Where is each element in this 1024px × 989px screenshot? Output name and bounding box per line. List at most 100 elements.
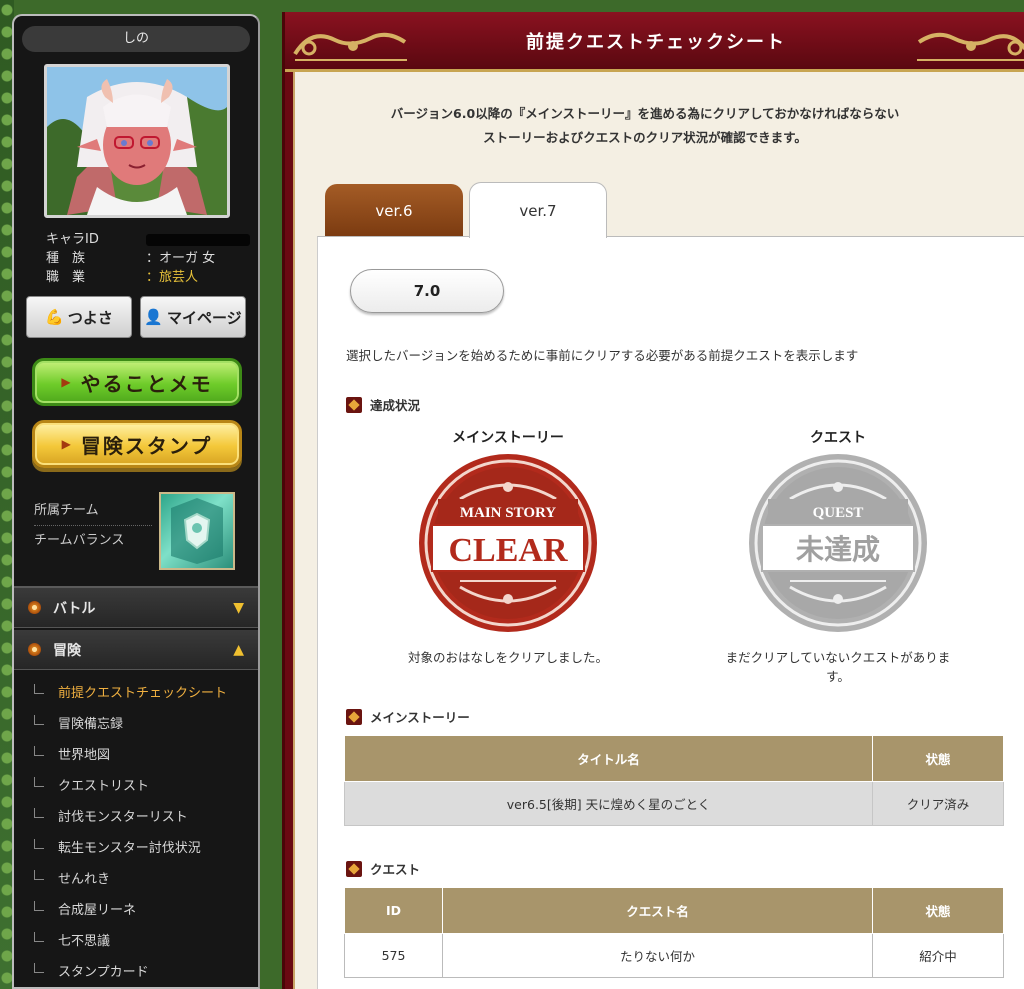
profile-buttons: 💪 つよさ 👤 マイページ: [26, 296, 246, 338]
ornament-right-icon: [917, 32, 1024, 61]
table-header-row: ID クエスト名 状態: [344, 887, 1004, 934]
quest-heading: クエスト: [810, 430, 866, 446]
quest-note: まだクリアしていないクエストがあります。: [725, 650, 951, 684]
section-heading-status: 達成状況: [346, 395, 420, 414]
quest-name-cell[interactable]: たりない何か: [442, 933, 873, 978]
sub-item-reborn-monster[interactable]: 転生モンスター討伐状況: [30, 831, 258, 862]
bullet-icon: [28, 601, 41, 614]
triangle-right-icon: ▶: [61, 375, 73, 389]
menu-category-adventure[interactable]: 冒険 ▲: [14, 630, 258, 670]
chevron-down-icon: ▼: [233, 599, 244, 616]
menu-category-battle[interactable]: バトル ▼: [14, 588, 258, 628]
sub-item-label: 世界地図: [58, 748, 111, 763]
quest-id-cell: 575: [344, 933, 443, 978]
info-row-race: 種 族 ：オーガ 女: [46, 249, 256, 268]
info-label: キャラID: [46, 232, 99, 247]
quest-status: クエスト QUEST 未達成 まだクリアしていないクエストがあります。: [718, 427, 958, 685]
stamp-top-text: QUEST: [813, 505, 864, 521]
tree-branch-icon: [34, 714, 44, 725]
intro-text: バージョン6.0以降の『メインストーリー』を進める為にクリアしておかなければなら…: [295, 102, 995, 150]
main-story-heading: メインストーリー: [452, 430, 564, 446]
tree-branch-icon: [34, 869, 44, 880]
adventure-stamp-button[interactable]: ▶ 冒険スタンプ: [32, 420, 242, 468]
main-story-table: タイトル名 状態 ver6.5[後期] 天に煌めく星のごとく クリア済み: [344, 735, 1004, 826]
table-row: ver6.5[後期] 天に煌めく星のごとく クリア済み: [344, 781, 1004, 826]
section-label: クエスト: [370, 862, 421, 877]
column-header: タイトル名: [344, 735, 873, 782]
team-emblem[interactable]: [159, 492, 235, 570]
section-diamond-icon: [346, 396, 362, 413]
info-value-job[interactable]: ：旅芸人: [146, 268, 198, 287]
sub-item-quest-list[interactable]: クエストリスト: [30, 769, 258, 800]
muscle-icon: 💪: [45, 308, 64, 326]
story-status-cell: クリア済み: [872, 781, 1004, 826]
chevron-up-icon: ▲: [233, 641, 244, 658]
info-value: ：オーガ 女: [146, 251, 216, 266]
sub-item-label: 合成屋リーネ: [58, 903, 137, 918]
sub-item-adventure-memo[interactable]: 冒険備忘録: [30, 707, 258, 738]
todo-label: やることメモ: [80, 371, 213, 396]
sub-item-world-map[interactable]: 世界地図: [30, 738, 258, 769]
tab-ver6[interactable]: ver.6: [325, 184, 463, 238]
ornament-left-icon: [293, 32, 407, 61]
tree-branch-icon: [34, 776, 44, 787]
mypage-button[interactable]: 👤 マイページ: [140, 296, 246, 338]
mypage-label: マイページ: [166, 308, 242, 327]
intro-line: ストーリーおよびクエストのクリア状況が確認できます。: [483, 130, 807, 145]
triangle-right-icon: ▶: [61, 437, 73, 451]
description-text: 選択したバージョンを始めるために事前にクリアする必要がある前提クエストを表示しま…: [346, 348, 859, 363]
section-label: メインストーリー: [370, 710, 470, 725]
sub-item-stamp-card[interactable]: スタンプカード: [30, 955, 258, 986]
version-select[interactable]: 7.0: [350, 269, 504, 313]
section-diamond-icon: [346, 860, 362, 877]
column-header: 状態: [872, 887, 1004, 934]
team-affiliation-link[interactable]: 所属チーム: [34, 496, 152, 526]
sub-item-label: 討伐モンスターリスト: [58, 810, 188, 825]
main-story-note: 対象のおはなしをクリアしました。: [407, 650, 608, 665]
story-title-cell: ver6.5[後期] 天に煌めく星のごとく: [344, 781, 873, 826]
bullet-icon: [28, 643, 41, 656]
todo-memo-button[interactable]: ▶ やることメモ: [32, 358, 242, 406]
sub-item-label: 七不思議: [58, 934, 111, 949]
team-balance-link[interactable]: チームバランス: [34, 526, 152, 556]
sub-item-seven-wonders[interactable]: 七不思議: [30, 924, 258, 955]
intro-line: バージョン6.0以降の『メインストーリー』を進める為にクリアしておかなければなら…: [390, 106, 900, 121]
quest-table: ID クエスト名 状態 575 たりない何か 紹介中: [344, 887, 1004, 978]
category-label: バトル: [53, 600, 96, 617]
sub-item-label: せんれき: [58, 872, 111, 887]
stamp-top-text: MAIN STORY: [460, 505, 556, 521]
character-name: しの: [22, 26, 250, 52]
main-panel: 前提クエストチェックシート バージョン6.0以降の『メインストーリー』を進める為…: [282, 12, 1024, 989]
content-area: バージョン6.0以降の『メインストーリー』を進める為にクリアしておかなければなら…: [293, 72, 1024, 989]
sub-item-monster-list[interactable]: 討伐モンスターリスト: [30, 800, 258, 831]
page-header: 前提クエストチェックシート: [285, 12, 1024, 72]
tab-ver7[interactable]: ver.7: [469, 182, 607, 238]
strength-button[interactable]: 💪 つよさ: [26, 296, 132, 338]
stamp-main-text: 未達成: [796, 533, 880, 566]
section-heading-quest: クエスト: [346, 859, 420, 878]
tree-branch-icon: [34, 838, 44, 849]
character-info: キャラID 種 族 ：オーガ 女 職 業 ：旅芸人: [46, 230, 256, 287]
character-avatar[interactable]: [44, 64, 230, 218]
sidebar: しの キャラID 種 族 ：オーガ 女 職 業 ：旅芸人 💪 つよさ 👤 マイペ…: [12, 14, 260, 989]
sub-item-synthesis-shop[interactable]: 合成屋リーネ: [30, 893, 258, 924]
strength-label: つよさ: [67, 308, 113, 327]
column-header: 状態: [872, 735, 1004, 782]
sub-item-battle-record[interactable]: せんれき: [30, 862, 258, 893]
info-row-job: 職 業 ：旅芸人: [46, 268, 256, 287]
section-label: 達成状況: [370, 398, 421, 413]
info-row-chara-id: キャラID: [46, 230, 256, 249]
redacted-id: [146, 234, 250, 246]
category-label: 冒険: [53, 642, 81, 659]
column-header: クエスト名: [442, 887, 873, 934]
tree-branch-icon: [34, 931, 44, 942]
tree-branch-icon: [34, 900, 44, 911]
section-diamond-icon: [346, 708, 362, 725]
stamp-main-text: CLEAR: [448, 532, 567, 569]
stamp-label: 冒険スタンプ: [80, 433, 213, 458]
tree-branch-icon: [34, 683, 44, 694]
sub-item-prereq-checksheet[interactable]: 前提クエストチェックシート: [30, 676, 258, 707]
person-icon: 👤: [144, 308, 163, 326]
quest-status-cell: 紹介中: [872, 933, 1004, 978]
sub-item-label: 冒険備忘録: [58, 717, 124, 732]
